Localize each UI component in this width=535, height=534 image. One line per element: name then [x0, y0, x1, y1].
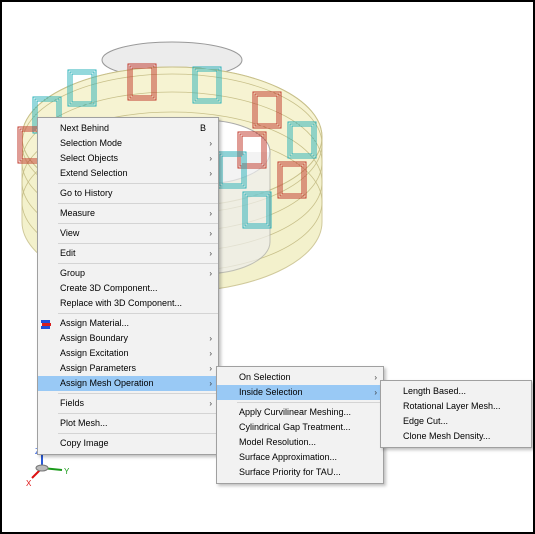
menu-item-label: Model Resolution...: [239, 437, 317, 447]
menu-item-label: Create 3D Component...: [60, 283, 158, 293]
menu-item-label: Select Objects: [60, 153, 119, 163]
menu-item-length-based[interactable]: Length Based...: [381, 384, 531, 399]
menu-item-assign-boundary[interactable]: Assign Boundary ›: [38, 331, 218, 346]
menu-item-edge-cut[interactable]: Edge Cut...: [381, 414, 531, 429]
menu-item-fields[interactable]: Fields ›: [38, 396, 218, 411]
menu-item-label: Surface Approximation...: [239, 452, 338, 462]
menu-item-label: Measure: [60, 208, 96, 218]
menu-item-assign-material[interactable]: Assign Material...: [38, 316, 218, 331]
menu-separator: [58, 313, 218, 314]
chevron-right-icon: ›: [209, 209, 212, 218]
chevron-right-icon: ›: [209, 229, 212, 238]
menu-item-rotational-layer-mesh[interactable]: Rotational Layer Mesh...: [381, 399, 531, 414]
menu-item-label: Length Based...: [403, 386, 467, 396]
menu-item-label: Cylindrical Gap Treatment...: [239, 422, 351, 432]
menu-item-label: Fields: [60, 398, 85, 408]
menu-item-plot-mesh[interactable]: Plot Mesh...: [38, 416, 218, 431]
menu-item-label: Next Behind: [60, 123, 110, 133]
menu-separator: [58, 433, 218, 434]
menu-item-measure[interactable]: Measure ›: [38, 206, 218, 221]
menu-item-model-resolution[interactable]: Model Resolution...: [217, 435, 383, 450]
menu-item-surface-approximation[interactable]: Surface Approximation...: [217, 450, 383, 465]
menu-item-assign-parameters[interactable]: Assign Parameters ›: [38, 361, 218, 376]
chevron-right-icon: ›: [209, 364, 212, 373]
chevron-right-icon: ›: [209, 379, 212, 388]
menu-item-on-selection[interactable]: On Selection ›: [217, 370, 383, 385]
menu-item-label: Assign Boundary: [60, 333, 129, 343]
chevron-right-icon: ›: [209, 139, 212, 148]
menu-item-label: Clone Mesh Density...: [403, 431, 491, 441]
menu-item-group[interactable]: Group ›: [38, 266, 218, 281]
viewport-frame: Z Y X Next BehindBSelection Mode›Select …: [0, 0, 535, 534]
chevron-right-icon: ›: [209, 349, 212, 358]
menu-item-shortcut: B: [199, 123, 206, 133]
menu-item-label: Assign Parameters: [60, 363, 137, 373]
menu-item-label: Assign Excitation: [60, 348, 129, 358]
menu-item-label: Group: [60, 268, 86, 278]
menu-separator: [58, 393, 218, 394]
menu-item-label: Assign Mesh Operation: [60, 378, 154, 388]
material-icon: [41, 319, 52, 329]
menu-separator: [237, 402, 383, 403]
menu-separator: [58, 183, 218, 184]
axis-y-label: Y: [64, 467, 70, 476]
menu-item-go-to-history[interactable]: Go to History: [38, 186, 218, 201]
menu-item-label: Apply Curvilinear Meshing...: [239, 407, 352, 417]
menu-item-label: Plot Mesh...: [60, 418, 108, 428]
chevron-right-icon: ›: [374, 388, 377, 397]
menu-item-replace-with-3d-component[interactable]: Replace with 3D Component...: [38, 296, 218, 311]
menu-item-edit[interactable]: Edit ›: [38, 246, 218, 261]
menu-item-next-behind[interactable]: Next Behind B: [38, 121, 218, 136]
menu-item-label: Assign Material...: [60, 318, 130, 328]
menu-item-copy-image[interactable]: Copy Image: [38, 436, 218, 451]
menu-item-label: Edit: [60, 248, 76, 258]
chevron-right-icon: ›: [209, 269, 212, 278]
chevron-right-icon: ›: [374, 373, 377, 382]
menu-item-extend-selection[interactable]: Extend Selection ›: [38, 166, 218, 181]
menu-item-surface-priority-for-tau[interactable]: Surface Priority for TAU...: [217, 465, 383, 480]
menu-item-clone-mesh-density[interactable]: Clone Mesh Density...: [381, 429, 531, 444]
menu-item-inside-selection[interactable]: Inside Selection ›: [217, 385, 383, 400]
menu-item-label: Rotational Layer Mesh...: [403, 401, 501, 411]
menu-item-create-3d-component[interactable]: Create 3D Component...: [38, 281, 218, 296]
chevron-right-icon: ›: [209, 399, 212, 408]
menu-item-select-objects[interactable]: Select Objects ›: [38, 151, 218, 166]
menu-item-label: Surface Priority for TAU...: [239, 467, 341, 477]
menu-separator: [58, 413, 218, 414]
menu-item-assign-excitation[interactable]: Assign Excitation ›: [38, 346, 218, 361]
menu-item-apply-curvilinear-meshing[interactable]: Apply Curvilinear Meshing...: [217, 405, 383, 420]
menu-item-label: Inside Selection: [239, 387, 303, 397]
menu-item-label: View: [60, 228, 80, 238]
chevron-right-icon: ›: [209, 154, 212, 163]
menu-item-selection-mode[interactable]: Selection Mode ›: [38, 136, 218, 151]
menu-item-cylindrical-gap-treatment[interactable]: Cylindrical Gap Treatment...: [217, 420, 383, 435]
chevron-right-icon: ›: [209, 334, 212, 343]
menu-separator: [58, 223, 218, 224]
context-menu: Next Behind B Selection Mode › Select Object…: [37, 117, 219, 455]
menu-item-label: Copy Image: [60, 438, 109, 448]
menu-item-assign-mesh-operation[interactable]: Assign Mesh Operation ›: [38, 376, 218, 391]
menu-separator: [58, 203, 218, 204]
menu-item-view[interactable]: View ›: [38, 226, 218, 241]
menu-separator: [58, 243, 218, 244]
chevron-right-icon: ›: [209, 169, 212, 178]
axis-x-label: X: [26, 479, 32, 488]
menu-item-label: Edge Cut...: [403, 416, 449, 426]
inside-selection-submenu: Length Based... Rotational Layer Mesh... E…: [380, 380, 532, 448]
chevron-right-icon: ›: [209, 249, 212, 258]
menu-item-label: On Selection: [239, 372, 291, 382]
menu-item-label: Extend Selection: [60, 168, 128, 178]
menu-item-label: Go to History: [60, 188, 113, 198]
mesh-operation-submenu: On Selection › Inside Selection › Apply Curv…: [216, 366, 384, 484]
menu-separator: [58, 263, 218, 264]
menu-item-label: Selection Mode: [60, 138, 123, 148]
menu-item-label: Replace with 3D Component...: [60, 298, 183, 308]
